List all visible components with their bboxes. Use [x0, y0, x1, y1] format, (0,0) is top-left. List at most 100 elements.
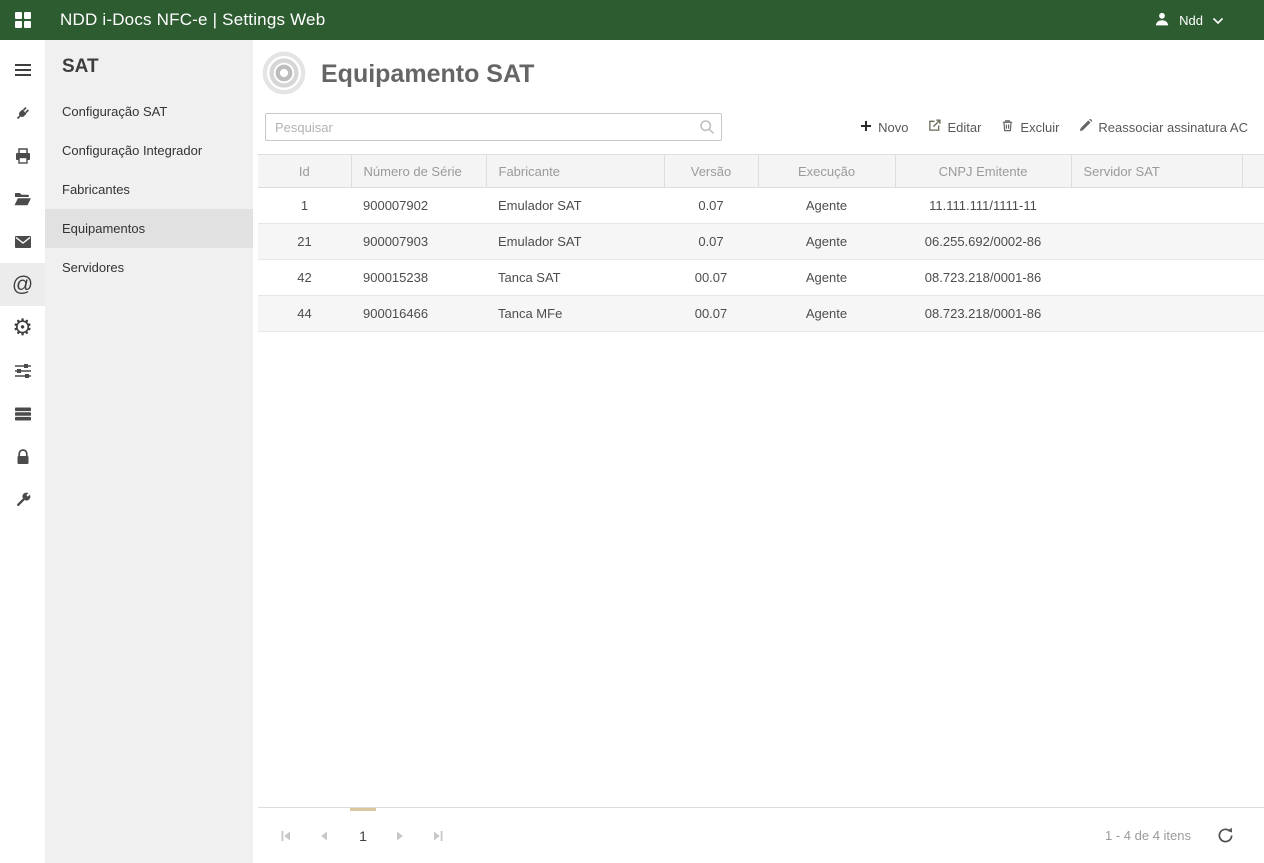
- cell[interactable]: [1071, 295, 1242, 332]
- sidebar-item-configuracao-sat[interactable]: Configuração SAT: [45, 92, 253, 131]
- equipment-table: Id Número de Série Fabricante Versão Execuçã…: [258, 154, 1264, 332]
- table-header: Id Número de Série Fabricante Versão Execuçã…: [258, 154, 1264, 188]
- pager-first-button[interactable]: [272, 808, 300, 863]
- cell[interactable]: Tanca MFe: [486, 295, 664, 332]
- cell[interactable]: 44: [258, 295, 351, 332]
- reassociar-button[interactable]: Reassociar assinatura AC: [1079, 118, 1248, 135]
- sidebar: SAT Configuração SAT Configuração Integr…: [45, 40, 253, 863]
- cell[interactable]: 00.07: [664, 295, 758, 332]
- edit-icon: [928, 119, 941, 135]
- cell[interactable]: [1071, 223, 1242, 260]
- at-sign-icon[interactable]: @: [0, 263, 45, 306]
- cell[interactable]: 21: [258, 223, 351, 260]
- lock-icon[interactable]: [0, 435, 45, 478]
- column-header[interactable]: Versão: [664, 154, 759, 188]
- sliders-icon[interactable]: [0, 349, 45, 392]
- novo-button[interactable]: Novo: [860, 120, 908, 135]
- printer-icon[interactable]: [0, 134, 45, 177]
- search-icon[interactable]: [699, 119, 715, 138]
- cell-spacer: [1242, 187, 1264, 224]
- pager-prev-button[interactable]: [310, 808, 338, 863]
- user-icon: [1154, 11, 1170, 30]
- trash-icon: [1001, 119, 1014, 135]
- cell[interactable]: Agente: [758, 259, 895, 296]
- sat-rings-icon: [261, 50, 307, 99]
- cell[interactable]: 06.255.692/0002-86: [895, 223, 1071, 260]
- menu-icon[interactable]: [0, 48, 45, 91]
- cell[interactable]: 900016466: [351, 295, 486, 332]
- icon-rail: @ ⚙: [0, 40, 45, 863]
- sidebar-menu: Configuração SAT Configuração Integrador…: [45, 92, 253, 287]
- pager-page-1[interactable]: 1: [348, 808, 378, 863]
- table-row[interactable]: 1 900007902 Emulador SAT 0.07 Agente 11.111.1…: [258, 187, 1264, 224]
- cell[interactable]: 11.111.111/1111-11: [895, 187, 1071, 224]
- search-input[interactable]: [265, 113, 722, 141]
- cell-spacer: [1242, 259, 1264, 296]
- apps-grid-icon[interactable]: [14, 11, 32, 29]
- cell[interactable]: Emulador SAT: [486, 223, 664, 260]
- sidebar-item-fabricantes[interactable]: Fabricantes: [45, 170, 253, 209]
- refresh-button[interactable]: [1217, 827, 1234, 844]
- cell[interactable]: [1071, 259, 1242, 296]
- editar-button[interactable]: Editar: [928, 119, 981, 135]
- cell[interactable]: 900015238: [351, 259, 486, 296]
- mail-icon[interactable]: [0, 220, 45, 263]
- column-header[interactable]: Número de Série: [351, 154, 487, 188]
- pager: 1 1 - 4 de 4 itens: [258, 807, 1264, 863]
- top-bar: NDD i-Docs NFC-e | Settings Web Ndd: [0, 0, 1264, 40]
- cell[interactable]: [1071, 187, 1242, 224]
- column-header[interactable]: Execução: [758, 154, 896, 188]
- sidebar-item-configuracao-integrador[interactable]: Configuração Integrador: [45, 131, 253, 170]
- page-header: Equipamento SAT: [253, 40, 1264, 108]
- app-shell: @ ⚙ SAT Configuração SAT Configuração In…: [0, 40, 1264, 863]
- excluir-button[interactable]: Excluir: [1001, 119, 1059, 135]
- cell[interactable]: 0.07: [664, 223, 758, 260]
- user-name: Ndd: [1179, 12, 1203, 28]
- table-row[interactable]: 21 900007903 Emulador SAT 0.07 Agente 06.255.…: [258, 223, 1264, 260]
- cell[interactable]: Tanca SAT: [486, 259, 664, 296]
- grid-empty-area: [258, 332, 1264, 807]
- server-icon[interactable]: [0, 392, 45, 435]
- cell[interactable]: 1: [258, 187, 351, 224]
- cell[interactable]: 08.723.218/0001-86: [895, 259, 1071, 296]
- cell[interactable]: 900007902: [351, 187, 486, 224]
- pager-last-button[interactable]: [424, 808, 452, 863]
- chevron-down-icon: [1212, 13, 1224, 28]
- main-content: Equipamento SAT Novo: [253, 40, 1264, 863]
- app-title: NDD i-Docs NFC-e | Settings Web: [60, 10, 326, 29]
- pager-nav: 1: [272, 808, 462, 863]
- cell[interactable]: 42: [258, 259, 351, 296]
- sidebar-heading: SAT: [62, 56, 99, 77]
- table-row[interactable]: 44 900016466 Tanca MFe 00.07 Agente 08.723.21…: [258, 295, 1264, 332]
- user-menu[interactable]: Ndd: [1154, 11, 1224, 30]
- cell[interactable]: Agente: [758, 295, 895, 332]
- wrench-icon[interactable]: [0, 478, 45, 521]
- page-title: Equipamento SAT: [321, 59, 535, 88]
- pager-info: 1 - 4 de 4 itens: [1105, 828, 1191, 843]
- toolbar: Novo Editar Excluir: [265, 112, 1248, 142]
- cell[interactable]: Emulador SAT: [486, 187, 664, 224]
- column-header[interactable]: Servidor SAT: [1071, 154, 1243, 188]
- sidebar-item-equipamentos[interactable]: Equipamentos: [45, 209, 253, 248]
- cell[interactable]: Agente: [758, 223, 895, 260]
- plug-icon[interactable]: [0, 91, 45, 134]
- cell[interactable]: 00.07: [664, 259, 758, 296]
- cell-spacer: [1242, 223, 1264, 260]
- gear-icon[interactable]: ⚙: [0, 306, 45, 349]
- cell[interactable]: 0.07: [664, 187, 758, 224]
- column-header-spacer: [1242, 154, 1264, 188]
- cell[interactable]: 08.723.218/0001-86: [895, 295, 1071, 332]
- pencil-icon: [1079, 118, 1093, 135]
- folder-icon[interactable]: [0, 177, 45, 220]
- cell[interactable]: Agente: [758, 187, 895, 224]
- pager-next-button[interactable]: [386, 808, 414, 863]
- column-header[interactable]: CNPJ Emitente: [895, 154, 1072, 188]
- column-header[interactable]: Fabricante: [486, 154, 665, 188]
- cell[interactable]: 900007903: [351, 223, 486, 260]
- sidebar-item-servidores[interactable]: Servidores: [45, 248, 253, 287]
- plus-icon: [860, 120, 872, 135]
- column-header[interactable]: Id: [258, 154, 352, 188]
- equipment-grid: Id Número de Série Fabricante Versão Execuçã…: [258, 154, 1264, 863]
- app-window: NDD i-Docs NFC-e | Settings Web Ndd @ ⚙ …: [0, 0, 1264, 863]
- table-row[interactable]: 42 900015238 Tanca SAT 00.07 Agente 08.723.21…: [258, 259, 1264, 296]
